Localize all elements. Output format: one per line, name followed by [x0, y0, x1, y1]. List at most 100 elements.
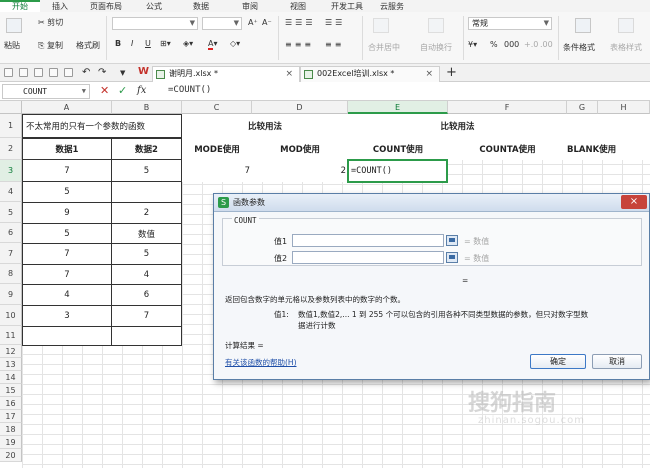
- row-header[interactable]: 17: [0, 410, 22, 423]
- cell-d3[interactable]: 2: [252, 160, 348, 182]
- clear-format-icon[interactable]: ◇▾: [230, 39, 240, 48]
- cell-b7[interactable]: 5: [111, 243, 182, 265]
- cell-a3[interactable]: 7: [22, 159, 112, 182]
- cell-b5[interactable]: 2: [111, 202, 182, 224]
- copy-button[interactable]: ⎘ 复制: [38, 40, 63, 51]
- row-header[interactable]: 12: [0, 345, 22, 358]
- border-icon[interactable]: ⊞▾: [160, 39, 171, 48]
- menu-tab-insert[interactable]: 插入: [40, 1, 80, 12]
- decrease-decimal-icon[interactable]: .00: [540, 40, 553, 49]
- menu-tab-developer[interactable]: 开发工具: [322, 1, 372, 12]
- cell-e2[interactable]: COUNT使用: [348, 138, 448, 160]
- row-header[interactable]: 16: [0, 397, 22, 410]
- chevron-down-icon[interactable]: ▼: [120, 69, 125, 77]
- underline-button[interactable]: U: [145, 39, 151, 48]
- cell-c2[interactable]: MODE使用: [182, 138, 252, 160]
- font-name-select[interactable]: ▼: [112, 17, 198, 30]
- format-painter-button[interactable]: 格式刷: [76, 40, 100, 51]
- row-header[interactable]: 1: [0, 114, 22, 138]
- column-header-d[interactable]: D: [252, 101, 348, 114]
- cell-f2[interactable]: COUNTA使用: [448, 138, 567, 160]
- row-header[interactable]: 4: [0, 182, 22, 202]
- cell-g1[interactable]: [567, 114, 650, 138]
- menu-tab-data[interactable]: 数据: [176, 1, 226, 12]
- row-header[interactable]: 18: [0, 423, 22, 436]
- column-header-c[interactable]: C: [182, 101, 252, 114]
- cell-b10[interactable]: 7: [111, 305, 182, 327]
- cell-a9[interactable]: 4: [22, 284, 112, 306]
- distributed-align-icon[interactable]: ≡≡: [325, 40, 344, 49]
- align-horizontal-icon[interactable]: ≡≡≡: [285, 40, 314, 49]
- increase-decimal-icon[interactable]: +.0: [524, 40, 538, 49]
- table-style-button[interactable]: 表格样式: [610, 42, 642, 53]
- wps-logo-icon[interactable]: W: [138, 66, 149, 77]
- cell-b8[interactable]: 4: [111, 264, 182, 285]
- row-header[interactable]: 14: [0, 371, 22, 384]
- cond-format-button[interactable]: 条件格式: [563, 42, 595, 53]
- row-header[interactable]: 15: [0, 384, 22, 397]
- cell-a6[interactable]: 5: [22, 223, 112, 244]
- font-size-select[interactable]: ▼: [202, 17, 242, 30]
- redo-icon[interactable]: ↷: [98, 67, 106, 78]
- menu-tab-formulas[interactable]: 公式: [132, 1, 176, 12]
- close-tab-icon[interactable]: ×: [285, 67, 293, 81]
- menu-tab-home[interactable]: 开始: [0, 0, 40, 12]
- column-header-g[interactable]: G: [567, 101, 598, 114]
- paste-button[interactable]: 粘贴: [4, 40, 20, 51]
- cell-a5[interactable]: 9: [22, 202, 112, 224]
- cell-d2[interactable]: MOD使用: [252, 138, 348, 160]
- cell-a2[interactable]: 数据1: [22, 138, 112, 160]
- row-header[interactable]: 5: [0, 202, 22, 223]
- row-header[interactable]: 13: [0, 358, 22, 371]
- arg1-input[interactable]: [292, 234, 444, 247]
- cell-c1[interactable]: 比较用法: [182, 114, 348, 138]
- cell-b11[interactable]: [111, 326, 182, 346]
- column-header-f[interactable]: F: [448, 101, 567, 114]
- cell-a11[interactable]: [22, 326, 112, 346]
- thousands-button[interactable]: 000: [504, 40, 519, 49]
- row-header[interactable]: 2: [0, 138, 22, 160]
- confirm-formula-icon[interactable]: ✓: [118, 84, 127, 97]
- cell-b2[interactable]: 数据2: [111, 138, 182, 160]
- cell-b4[interactable]: [111, 181, 182, 203]
- cancel-button[interactable]: 取消: [592, 354, 642, 369]
- row-header-selected[interactable]: 3: [0, 160, 22, 182]
- fill-color-icon[interactable]: ◈▾: [183, 39, 193, 48]
- ok-button[interactable]: 确定: [530, 354, 586, 369]
- insert-function-icon[interactable]: fx: [137, 85, 146, 96]
- close-tab-icon[interactable]: ×: [425, 67, 433, 81]
- row-header[interactable]: 8: [0, 264, 22, 284]
- grow-font-button[interactable]: A⁺: [248, 18, 258, 27]
- cell-a8[interactable]: 7: [22, 264, 112, 285]
- font-color-icon[interactable]: A▾: [208, 39, 218, 50]
- open-file-icon[interactable]: [4, 68, 13, 77]
- formula-input[interactable]: =COUNT(): [168, 85, 211, 95]
- print-preview-icon[interactable]: [49, 68, 58, 77]
- menu-tab-review[interactable]: 审阅: [226, 1, 274, 12]
- cell-e1[interactable]: 比较用法: [348, 114, 567, 138]
- percent-button[interactable]: %: [490, 40, 498, 49]
- row-header[interactable]: 20: [0, 449, 22, 462]
- doc-tab[interactable]: 002Excel培训.xlsx * ×: [300, 66, 440, 82]
- preview-icon[interactable]: [64, 68, 73, 77]
- row-header[interactable]: 10: [0, 305, 22, 326]
- name-box[interactable]: COUNT ▼: [2, 84, 90, 99]
- cell-c3[interactable]: 7: [182, 160, 252, 182]
- close-icon[interactable]: ×: [621, 195, 647, 209]
- column-header-h[interactable]: H: [598, 101, 650, 114]
- number-format-select[interactable]: 常规 ▼: [468, 17, 552, 30]
- cut-button[interactable]: ✂ 剪切: [38, 17, 63, 28]
- cell-a1[interactable]: 不太常用的只有一个参数的函数: [22, 114, 182, 138]
- bold-button[interactable]: B: [115, 39, 121, 48]
- print-icon[interactable]: [34, 68, 43, 77]
- currency-icon[interactable]: ¥▾: [468, 40, 477, 49]
- italic-button[interactable]: I: [131, 39, 133, 48]
- row-header[interactable]: 7: [0, 243, 22, 264]
- save-icon[interactable]: [19, 68, 28, 77]
- collapse-dialog-icon[interactable]: [446, 235, 458, 246]
- cell-g2[interactable]: BLANK使用: [567, 138, 650, 160]
- cell-b6[interactable]: 数值: [111, 223, 182, 244]
- cell-b3[interactable]: 5: [111, 159, 182, 182]
- undo-icon[interactable]: ↶: [82, 67, 90, 78]
- wrap-text-button[interactable]: 自动换行: [420, 42, 452, 53]
